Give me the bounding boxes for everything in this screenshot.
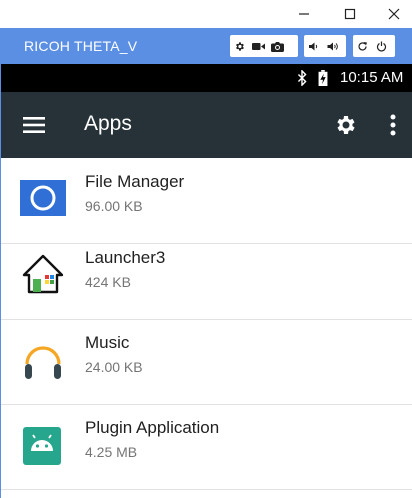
hamburger-menu-icon	[23, 117, 45, 133]
maximize-button[interactable]	[332, 0, 368, 28]
volume-up-icon	[327, 42, 338, 50]
file-manager-icon	[20, 180, 66, 216]
capture-controls	[230, 35, 298, 57]
page-title: Apps	[84, 112, 132, 135]
app-size: 4.25 MB	[85, 444, 138, 460]
more-options-button[interactable]	[380, 109, 406, 141]
android-robot-icon	[23, 427, 61, 465]
more-vertical-icon	[390, 114, 396, 136]
app-size: 424 KB	[85, 274, 131, 290]
device-name: RICOH THETA_V	[24, 38, 138, 54]
rotate-button[interactable]	[353, 35, 372, 57]
close-button[interactable]	[376, 0, 412, 28]
menu-button[interactable]	[14, 109, 54, 141]
power-button[interactable]	[372, 35, 391, 57]
camera-icon	[271, 41, 284, 52]
gear-icon	[236, 41, 244, 51]
app-name: Plugin Application	[85, 418, 220, 437]
bluetooth-icon	[297, 70, 307, 86]
app-bar: Apps	[0, 92, 412, 158]
record-video-button[interactable]	[249, 35, 268, 57]
maximize-icon	[344, 8, 356, 20]
minimize-icon	[299, 13, 309, 15]
settings-tool-button[interactable]	[230, 35, 249, 57]
app-list: File Manager 96.00 KB Launcher3 424 KB M…	[0, 158, 412, 498]
app-size: 24.00 KB	[85, 359, 143, 375]
android-status-bar: 10:15 AM	[0, 64, 412, 92]
device-toolbar: RICOH THETA_V	[0, 28, 412, 64]
volume-controls	[304, 35, 346, 57]
video-camera-icon	[252, 42, 265, 50]
power-icon	[376, 41, 387, 51]
headphones-icon	[25, 346, 61, 379]
list-item[interactable]: Launcher3 424 KB	[0, 234, 412, 320]
app-name: Launcher3	[85, 248, 166, 267]
power-controls	[353, 35, 395, 57]
settings-button[interactable]	[328, 109, 362, 141]
app-name: File Manager	[85, 172, 185, 191]
volume-down-icon	[309, 42, 318, 50]
screenshot-button[interactable]	[268, 35, 287, 57]
battery-charging-icon	[318, 70, 328, 86]
app-name: Music	[85, 333, 130, 352]
window-titlebar	[0, 0, 412, 28]
list-item[interactable]: Plugin Application 4.25 MB	[0, 404, 412, 490]
app-size: 96.00 KB	[85, 198, 143, 214]
list-item[interactable]: Music 24.00 KB	[0, 319, 412, 405]
list-item[interactable]: File Manager 96.00 KB	[0, 158, 412, 244]
refresh-icon	[358, 41, 367, 51]
close-icon	[388, 8, 400, 20]
volume-up-button[interactable]	[323, 35, 342, 57]
status-time: 10:15 AM	[340, 69, 404, 86]
gear-icon	[337, 116, 355, 134]
volume-down-button[interactable]	[304, 35, 323, 57]
launcher-house-icon	[22, 254, 64, 294]
window-border	[0, 28, 1, 498]
minimize-button[interactable]	[286, 0, 322, 28]
